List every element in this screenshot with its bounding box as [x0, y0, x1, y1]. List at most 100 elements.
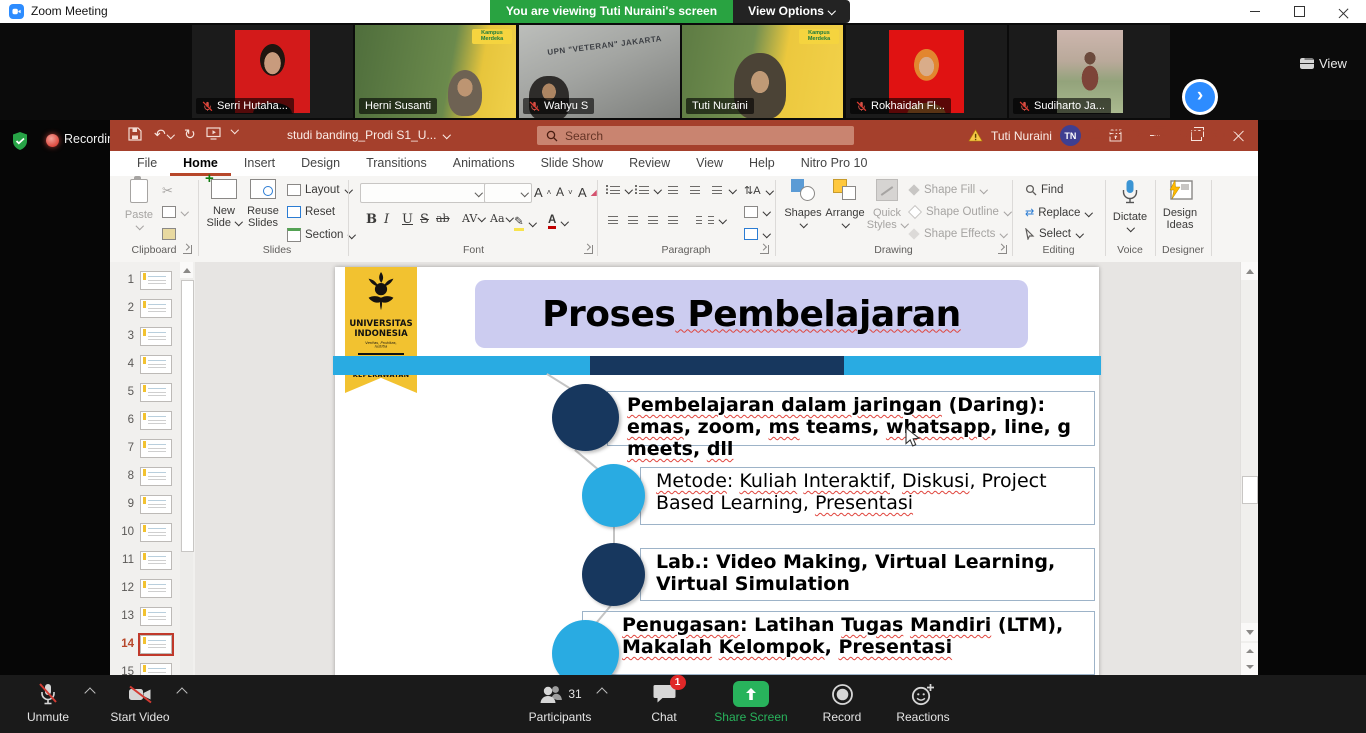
- redo-button[interactable]: ↻: [184, 127, 196, 143]
- start-slideshow-button[interactable]: [206, 127, 221, 140]
- thumbnail-preview[interactable]: [140, 551, 172, 570]
- bold-button[interactable]: B: [366, 212, 377, 227]
- customize-quick-access-button[interactable]: [232, 127, 238, 133]
- thumbnail-preview[interactable]: [140, 663, 172, 676]
- columns-button[interactable]: [694, 214, 726, 225]
- thumbnail-preview[interactable]: [140, 383, 172, 402]
- scroll-down-button[interactable]: [1241, 623, 1258, 641]
- thumbnail-preview[interactable]: [140, 439, 172, 458]
- dictate-button[interactable]: Dictate: [1109, 179, 1151, 253]
- shape-outline-button[interactable]: Shape Outline: [910, 206, 1010, 218]
- tab-nitro-pro-10[interactable]: Nitro Pro 10: [788, 151, 881, 176]
- new-slide-button[interactable]: New Slide: [205, 179, 243, 253]
- align-text-button[interactable]: [744, 206, 770, 218]
- document-title[interactable]: studi banding_Prodi S1_U...: [287, 128, 450, 142]
- bullets-button[interactable]: [606, 184, 632, 195]
- thumbnail-preview[interactable]: [140, 355, 172, 374]
- gallery-view-button[interactable]: View: [1300, 56, 1347, 71]
- drawing-dialog-launcher[interactable]: [998, 245, 1007, 254]
- numbering-button[interactable]: [635, 184, 661, 195]
- cut-button[interactable]: ✂: [162, 184, 173, 199]
- reset-button[interactable]: Reset: [287, 206, 335, 218]
- design-ideas-button[interactable]: Design Ideas: [1159, 179, 1201, 253]
- slide[interactable]: UNIVERSITASINDONESIA Veritas, Probitas, …: [335, 267, 1099, 675]
- convert-to-smartart-button[interactable]: [744, 228, 770, 240]
- search-input[interactable]: Search: [537, 126, 854, 145]
- character-spacing-button[interactable]: AV: [462, 212, 485, 225]
- tab-view[interactable]: View: [683, 151, 736, 176]
- underline-button[interactable]: U: [402, 212, 413, 227]
- paste-button[interactable]: Paste: [118, 179, 160, 253]
- chat-button[interactable]: 1Chat: [616, 680, 712, 724]
- thumbnail-preview[interactable]: [140, 495, 172, 514]
- tab-insert[interactable]: Insert: [231, 151, 288, 176]
- format-painter-button[interactable]: [162, 228, 176, 240]
- font-color-button[interactable]: A: [548, 214, 568, 229]
- decrease-indent-button[interactable]: [666, 184, 680, 195]
- window-maximize-button[interactable]: [1277, 0, 1322, 23]
- clipboard-dialog-launcher[interactable]: [183, 245, 192, 254]
- thumbnail-preview[interactable]: [140, 635, 172, 654]
- find-button[interactable]: Find: [1025, 184, 1063, 196]
- decrease-font-size-button[interactable]: A˅: [556, 185, 573, 199]
- thumbnail-preview[interactable]: [140, 467, 172, 486]
- thumbnail-scrollbar-thumb[interactable]: [181, 280, 194, 552]
- select-button[interactable]: Select: [1025, 228, 1082, 240]
- scroll-up-icon[interactable]: [180, 262, 193, 278]
- account-area[interactable]: Tuti Nuraini TN: [968, 125, 1081, 146]
- tab-transitions[interactable]: Transitions: [353, 151, 440, 176]
- font-name-combobox[interactable]: [360, 183, 486, 203]
- save-button[interactable]: [128, 127, 142, 141]
- thumbnail-preview[interactable]: [140, 271, 172, 290]
- thumbnail-preview[interactable]: [140, 299, 172, 318]
- copy-button[interactable]: [162, 206, 188, 218]
- avatar[interactable]: TN: [1060, 125, 1081, 146]
- reuse-slides-button[interactable]: Reuse Slides: [243, 179, 283, 253]
- meeting-security-shield-icon[interactable]: [10, 131, 30, 156]
- participants-button[interactable]: 31Participants: [512, 680, 608, 724]
- window-minimize-button[interactable]: [1232, 0, 1277, 23]
- layout-button[interactable]: Layout: [287, 184, 351, 196]
- shapes-button[interactable]: Shapes: [782, 179, 824, 253]
- comments-button[interactable]: Comments: [1153, 120, 1237, 145]
- thumbnail-preview[interactable]: [140, 607, 172, 626]
- participant-tile[interactable]: UPN "VETERAN" JAKARTAWahyu S: [519, 25, 680, 118]
- align-left-button[interactable]: [606, 214, 620, 225]
- participant-tile[interactable]: Sudiharto Ja...: [1009, 25, 1170, 118]
- thumbnail-preview[interactable]: [140, 411, 172, 430]
- previous-slide-button[interactable]: [1241, 643, 1258, 659]
- next-slide-button[interactable]: [1241, 659, 1258, 675]
- arrange-button[interactable]: Arrange: [824, 179, 866, 253]
- scroll-up-button[interactable]: [1241, 262, 1258, 280]
- increase-font-size-button[interactable]: A˄: [534, 185, 551, 200]
- change-case-button[interactable]: Aa: [490, 212, 512, 225]
- undo-button[interactable]: ↶: [154, 127, 173, 143]
- font-size-combobox[interactable]: [484, 183, 532, 203]
- vertical-scrollbar[interactable]: [1240, 262, 1258, 675]
- tab-file[interactable]: File: [124, 151, 170, 176]
- strikethrough-ab-button[interactable]: ab: [436, 212, 450, 225]
- text-direction-button[interactable]: ⇅A: [744, 184, 772, 197]
- section-button[interactable]: Section: [287, 228, 355, 242]
- clear-formatting-button[interactable]: A◢: [578, 185, 597, 200]
- scrollbar-thumb[interactable]: [1242, 476, 1258, 504]
- paragraph-dialog-launcher[interactable]: [760, 245, 769, 254]
- align-right-button[interactable]: [646, 214, 660, 225]
- align-center-button[interactable]: [626, 214, 640, 225]
- replace-button[interactable]: ⇄Replace: [1025, 206, 1092, 219]
- share-button[interactable]: Share: [1090, 120, 1143, 145]
- thumbnail-preview[interactable]: [140, 327, 172, 346]
- quick-styles-button[interactable]: Quick Styles: [866, 179, 908, 253]
- participant-tile[interactable]: Kampus MerdekaTuti Nuraini: [682, 25, 843, 118]
- justify-button[interactable]: [666, 214, 680, 225]
- increase-indent-button[interactable]: [688, 184, 702, 195]
- font-dialog-launcher[interactable]: [584, 245, 593, 254]
- participant-tile[interactable]: Rokhaidah Fl...: [846, 25, 1007, 118]
- shape-fill-button[interactable]: Shape Fill: [910, 184, 987, 196]
- thumbnail-scrollbar[interactable]: [180, 262, 193, 675]
- participant-tile[interactable]: Kampus MerdekaHerni Susanti: [355, 25, 516, 118]
- tab-slide-show[interactable]: Slide Show: [528, 151, 617, 176]
- start-video-button[interactable]: Start Video: [92, 680, 188, 724]
- thumbnail-preview[interactable]: [140, 523, 172, 542]
- line-spacing-button[interactable]: [710, 184, 736, 195]
